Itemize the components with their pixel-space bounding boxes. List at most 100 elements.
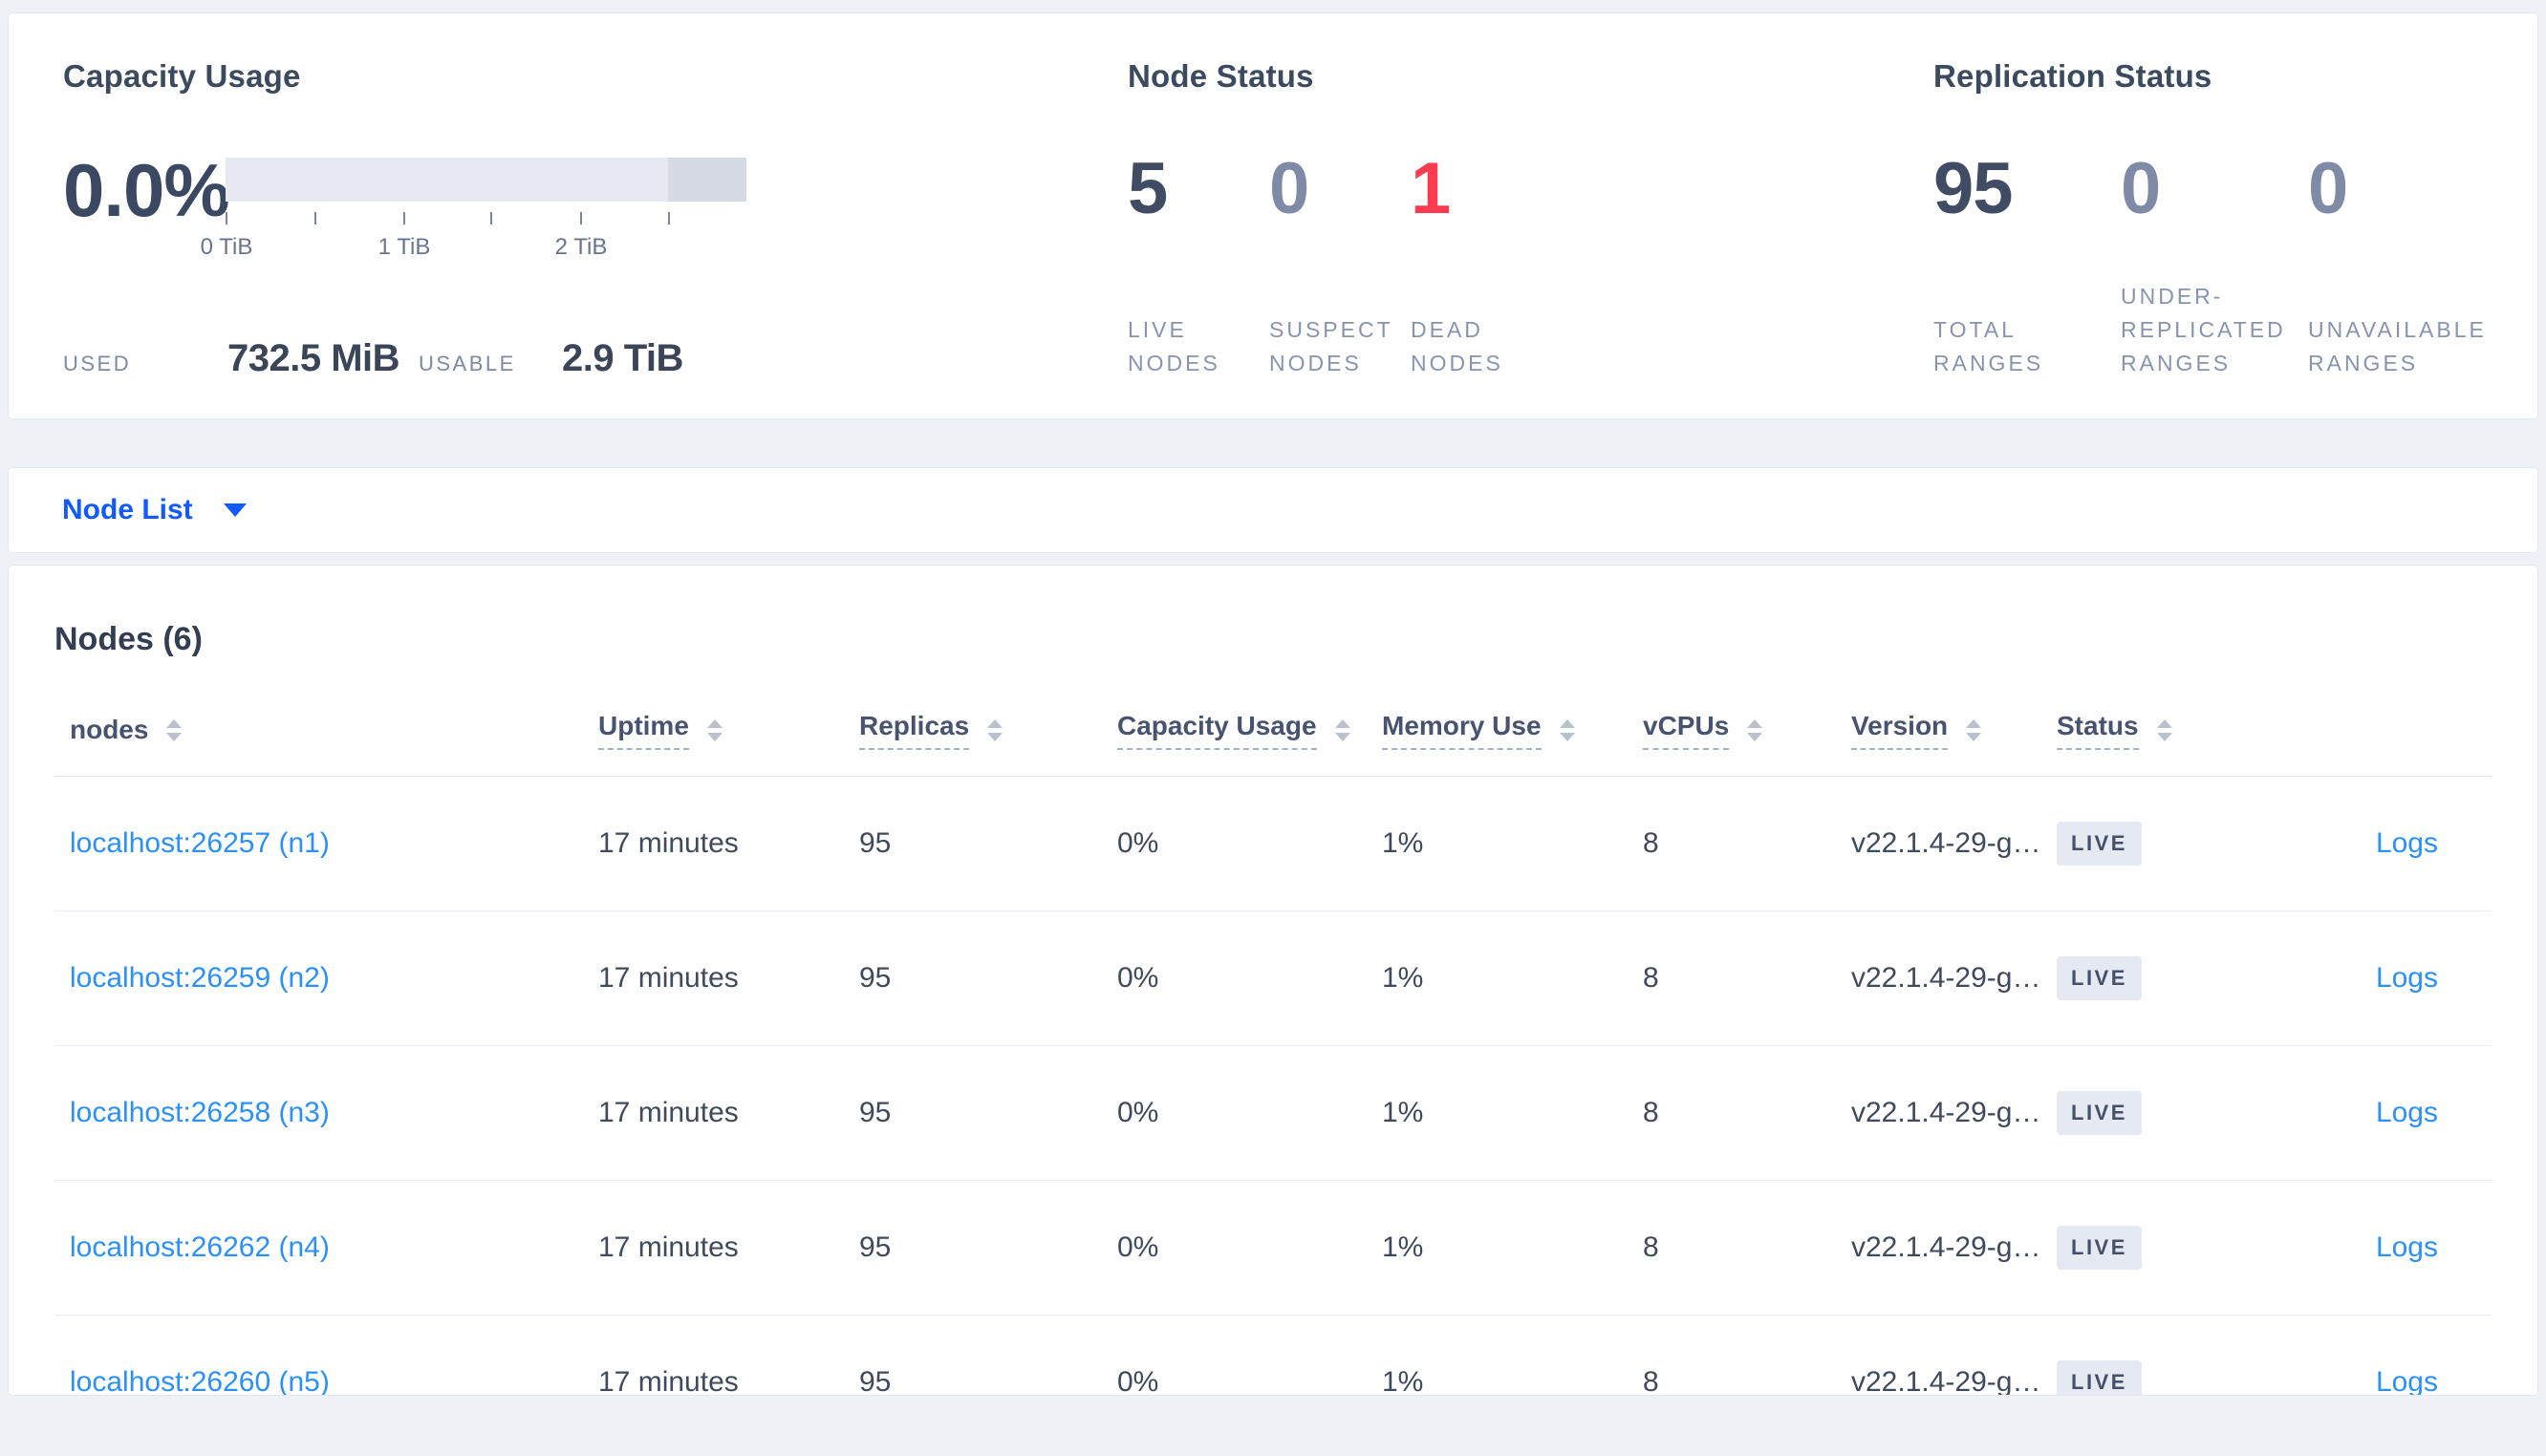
total-ranges-value: 95 [1933, 148, 2014, 229]
under-replicated-ranges-metric: 0 UNDER-REPLICATED RANGES [2121, 153, 2308, 380]
live-nodes-metric: 5 LIVE NODES [1128, 153, 1269, 380]
table-row: localhost:26259 (n2) 17 minutes 95 0% 1%… [54, 911, 2492, 1046]
memory-cell: 1% [1382, 1366, 1424, 1396]
column-header-replicas[interactable]: Replicas [859, 711, 1117, 750]
column-header-status[interactable]: Status [2057, 711, 2262, 750]
node-address-cell: localhost:26260 (n5) [70, 1366, 598, 1395]
uptime-cell: 17 minutes [598, 1231, 739, 1263]
nodes-table: nodes Uptime Replicas Capacity Usage Mem… [54, 684, 2492, 1396]
node-link[interactable]: localhost:26262 (n4) [70, 1231, 330, 1263]
sort-icon [1966, 718, 1982, 741]
replicas-cell: 95 [859, 1366, 892, 1396]
nodes-table-heading: Nodes (6) [54, 621, 203, 657]
vcpus-cell: 8 [1643, 962, 1659, 994]
capacity-stats: USED 732.5 MiB USABLE 2.9 TiB [63, 337, 1128, 380]
column-header-vcpus-label: vCPUs [1643, 711, 1730, 750]
status-cell: LIVE [2057, 1226, 2262, 1270]
column-header-uptime[interactable]: Uptime [598, 711, 859, 750]
vcpus-cell: 8 [1643, 827, 1659, 859]
axis-tick [668, 212, 670, 225]
node-link[interactable]: localhost:26257 (n1) [70, 827, 330, 859]
node-link[interactable]: localhost:26258 (n3) [70, 1097, 330, 1128]
status-badge: LIVE [2057, 956, 2142, 1000]
node-address-cell: localhost:26259 (n2) [70, 962, 598, 995]
caret-down-icon [223, 503, 247, 517]
sort-icon [166, 718, 183, 741]
dead-nodes-label: DEAD NODES [1411, 317, 1503, 375]
logs-link[interactable]: Logs [2376, 827, 2438, 859]
capacity-usage-section: Capacity Usage 0.0% 0 TiB 1 TiB 2 TiB US… [63, 55, 1128, 380]
column-header-capacity-usage[interactable]: Capacity Usage [1117, 711, 1382, 750]
version-cell: v22.1.4-29-g… [1851, 1366, 2041, 1396]
vcpus-cell: 8 [1643, 1231, 1659, 1263]
live-nodes-value: 5 [1128, 148, 1168, 229]
total-ranges-label: TOTAL RANGES [1933, 317, 2044, 375]
node-link[interactable]: localhost:26260 (n5) [70, 1366, 330, 1395]
replicas-cell: 95 [859, 1097, 892, 1128]
column-header-uptime-label: Uptime [598, 711, 689, 750]
column-header-status-label: Status [2057, 711, 2139, 750]
uptime-cell: 17 minutes [598, 827, 739, 859]
sort-icon [2156, 718, 2172, 741]
axis-tick [403, 212, 405, 225]
total-ranges-metric: 95 TOTAL RANGES [1933, 153, 2121, 380]
replicas-cell: 95 [859, 827, 892, 859]
uptime-cell: 17 minutes [598, 962, 739, 994]
axis-tick [580, 212, 582, 225]
usable-value: 2.9 TiB [562, 337, 683, 379]
used-label: USED [63, 352, 132, 375]
axis-tick-label: 2 TiB [554, 234, 608, 260]
capacity-axis: 0 TiB 1 TiB 2 TiB [201, 212, 746, 266]
replicas-cell: 95 [859, 1231, 892, 1263]
table-row: localhost:26260 (n5) 17 minutes 95 0% 1%… [54, 1316, 2492, 1396]
nodes-table-panel: Nodes (6) nodes Uptime Replicas Capacity… [8, 565, 2538, 1396]
status-badge: LIVE [2057, 1091, 2142, 1135]
status-badge: LIVE [2057, 1226, 2142, 1270]
column-header-memory-use[interactable]: Memory Use [1382, 711, 1643, 750]
column-header-memory-use-label: Memory Use [1382, 711, 1542, 750]
column-header-version-label: Version [1851, 711, 1949, 750]
memory-cell: 1% [1382, 962, 1424, 994]
view-selector-bar: Node List [8, 467, 2538, 553]
capacity-cell: 0% [1117, 827, 1159, 859]
logs-link[interactable]: Logs [2376, 1231, 2438, 1263]
logs-link[interactable]: Logs [2376, 962, 2438, 994]
node-status-title: Node Status [1128, 58, 1314, 94]
logs-cell: Logs [2262, 1366, 2476, 1395]
logs-link[interactable]: Logs [2376, 1366, 2438, 1395]
version-cell: v22.1.4-29-g… [1851, 962, 2041, 994]
memory-cell: 1% [1382, 1231, 1424, 1263]
capacity-cell: 0% [1117, 962, 1159, 994]
version-cell: v22.1.4-29-g… [1851, 827, 2041, 859]
node-link[interactable]: localhost:26259 (n2) [70, 962, 330, 994]
uptime-cell: 17 minutes [598, 1366, 739, 1396]
version-cell: v22.1.4-29-g… [1851, 1231, 2041, 1263]
capacity-bar-graph: 0 TiB 1 TiB 2 TiB [201, 153, 746, 266]
table-row: localhost:26257 (n1) 17 minutes 95 0% 1%… [54, 777, 2492, 911]
column-header-nodes[interactable]: nodes [70, 715, 598, 745]
nodes-table-header-row: nodes Uptime Replicas Capacity Usage Mem… [54, 684, 2492, 777]
capacity-bar-unusable-segment [668, 158, 746, 202]
sort-icon [706, 718, 723, 741]
dead-nodes-value: 1 [1411, 148, 1451, 229]
replication-status-section: Replication Status 95 TOTAL RANGES 0 UND… [1933, 55, 2537, 380]
cluster-summary-panel: Capacity Usage 0.0% 0 TiB 1 TiB 2 TiB US… [8, 12, 2538, 419]
under-replicated-ranges-value: 0 [2121, 148, 2161, 229]
vcpus-cell: 8 [1643, 1366, 1659, 1396]
logs-link[interactable]: Logs [2376, 1097, 2438, 1128]
column-header-nodes-label: nodes [70, 715, 149, 744]
unavailable-ranges-label: UNAVAILABLE RANGES [2308, 317, 2487, 375]
node-list-dropdown[interactable]: Node List [62, 494, 247, 526]
axis-tick-label: 0 TiB [200, 234, 253, 260]
column-header-vcpus[interactable]: vCPUs [1643, 711, 1851, 750]
version-cell: v22.1.4-29-g… [1851, 1097, 2041, 1128]
sort-icon [1559, 718, 1575, 741]
unavailable-ranges-metric: 0 UNAVAILABLE RANGES [2308, 153, 2495, 380]
status-badge: LIVE [2057, 822, 2142, 866]
used-value: 732.5 MiB [227, 337, 400, 379]
sort-icon [1334, 718, 1350, 741]
column-header-version[interactable]: Version [1851, 711, 2057, 750]
capacity-bar [226, 158, 746, 202]
status-cell: LIVE [2057, 822, 2262, 866]
table-row: localhost:26262 (n4) 17 minutes 95 0% 1%… [54, 1181, 2492, 1316]
